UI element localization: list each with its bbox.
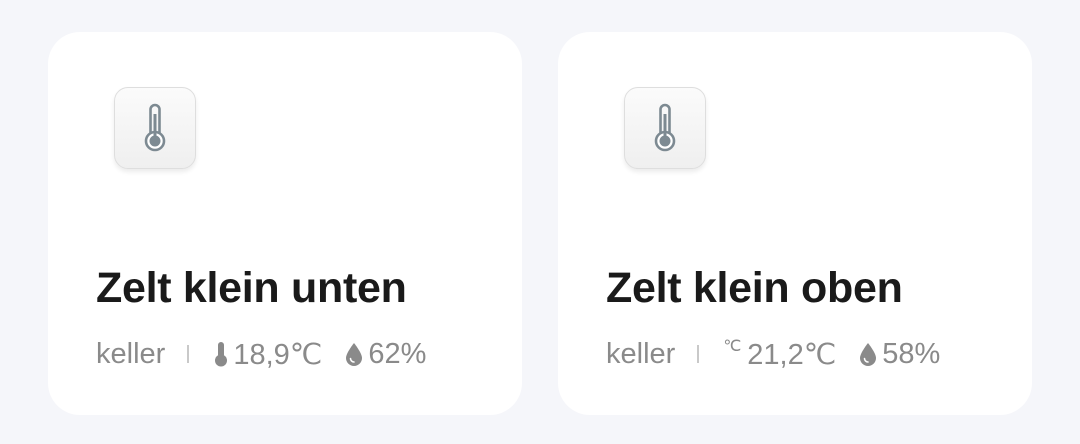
- water-drop-icon: [344, 341, 364, 367]
- device-meta: keller 18,9℃ 62%: [96, 334, 426, 374]
- temperature-reading: 18,9℃: [213, 337, 322, 372]
- divider: [697, 345, 700, 363]
- celsius-icon: ℃: [723, 338, 742, 355]
- humidity-reading: 58%: [858, 338, 940, 371]
- device-meta: keller ℃ 21,2℃ 58%: [606, 334, 940, 374]
- temperature-reading: ℃ 21,2℃: [723, 337, 836, 372]
- device-card-zelt-klein-oben[interactable]: Zelt klein oben keller ℃ 21,2℃ 58%: [558, 32, 1032, 415]
- device-title: Zelt klein unten: [96, 264, 407, 312]
- temperature-value: 21,2℃: [747, 338, 837, 371]
- water-drop-icon: [858, 341, 878, 367]
- device-card-zelt-klein-unten[interactable]: Zelt klein unten keller 18,9℃ 62%: [48, 32, 522, 415]
- room-label: keller: [606, 337, 676, 370]
- divider: [187, 345, 190, 363]
- thermometer-icon: [213, 341, 229, 367]
- humidity-value: 62%: [368, 337, 427, 370]
- room-label: keller: [96, 337, 166, 370]
- device-thermometer-icon: [624, 87, 706, 169]
- humidity-value: 58%: [882, 337, 941, 370]
- humidity-reading: 62%: [344, 338, 426, 371]
- device-thermometer-icon: [114, 87, 196, 169]
- device-title: Zelt klein oben: [606, 264, 903, 312]
- temperature-value: 18,9℃: [233, 338, 323, 371]
